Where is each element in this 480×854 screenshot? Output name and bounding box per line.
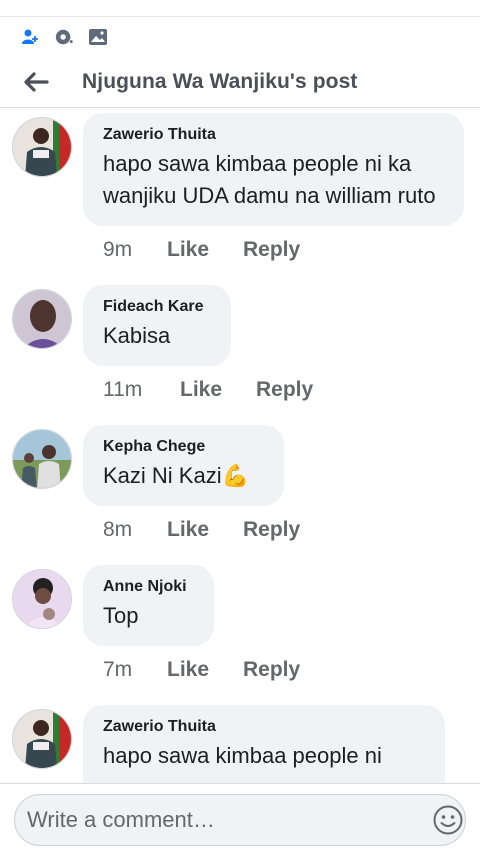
avatar[interactable] [12, 709, 72, 769]
reply-button[interactable]: Reply [256, 378, 313, 402]
comment-actions: 9m Like Reply [83, 226, 464, 274]
comment-body: Zawerio Thuita hapo sawa kimbaa people n… [83, 113, 464, 274]
comment-actions: 11m Like Reply [83, 366, 313, 414]
comment-actions: 7m Like Reply [83, 646, 300, 694]
comment-author[interactable]: Zawerio Thuita [103, 125, 444, 145]
comment-composer: Write a comment… [0, 783, 480, 854]
comment-time: 11m [103, 378, 143, 401]
reply-button[interactable]: Reply [243, 658, 300, 682]
comment-text: Kazi Ni Kazi💪 [103, 460, 264, 492]
comment-time: 8m [103, 518, 133, 541]
arrow-left-icon [24, 71, 49, 92]
flexed-biceps-emoji: 💪 [221, 463, 249, 488]
emoji-button[interactable] [432, 804, 463, 835]
reply-button[interactable]: Reply [243, 238, 300, 262]
comments-list[interactable]: Zawerio Thuita hapo sawa kimbaa people n… [0, 109, 480, 783]
comment-item: Zawerio Thuita hapo sawa kimbaa people n… [0, 705, 480, 783]
like-button[interactable]: Like [167, 518, 243, 542]
comment-input-placeholder: Write a comment… [27, 807, 215, 832]
comment-item: Kepha Chege Kazi Ni Kazi💪 8m Like Reply [0, 425, 480, 554]
comment-text: hapo sawa kimbaa people ni [103, 743, 382, 768]
comment-author[interactable]: Zawerio Thuita [103, 717, 425, 737]
like-button[interactable]: Like [180, 378, 256, 402]
comment-body: Fideach Kare Kabisa 11m Like Reply [83, 285, 313, 414]
comment-text: Kabisa [103, 323, 171, 348]
comment-time: 7m [103, 658, 133, 681]
avatar[interactable] [12, 289, 72, 349]
comment-text: hapo sawa kimbaa people ni ka wanjiku UD… [103, 151, 436, 208]
comment-bubble[interactable]: Zawerio Thuita hapo sawa kimbaa people n… [83, 705, 445, 783]
back-button[interactable] [0, 56, 72, 108]
avatar[interactable] [12, 429, 72, 489]
comment-body: Anne Njoki Top 7m Like Reply [83, 565, 300, 694]
notification-icons-row [0, 16, 480, 56]
friend-request-icon[interactable] [20, 27, 40, 47]
like-button[interactable]: Like [167, 238, 243, 262]
comment-bubble[interactable]: Fideach Kare Kabisa [83, 285, 231, 366]
comment-author[interactable]: Anne Njoki [103, 577, 194, 597]
status-bar [0, 0, 480, 16]
like-button[interactable]: Like [167, 658, 243, 682]
comment-body: Kepha Chege Kazi Ni Kazi💪 8m Like Reply [83, 425, 300, 554]
comment-text: Top [103, 603, 139, 628]
comment-bubble[interactable]: Kepha Chege Kazi Ni Kazi💪 [83, 425, 284, 506]
comment-author[interactable]: Fideach Kare [103, 297, 211, 317]
comment-body: Zawerio Thuita hapo sawa kimbaa people n… [83, 705, 445, 783]
post-header: Njuguna Wa Wanjiku's post [0, 56, 480, 108]
comment-actions: 8m Like Reply [83, 506, 300, 554]
reply-button[interactable]: Reply [243, 518, 300, 542]
page-title: Njuguna Wa Wanjiku's post [82, 69, 358, 93]
comment-item: Zawerio Thuita hapo sawa kimbaa people n… [0, 109, 480, 274]
avatar[interactable] [12, 569, 72, 629]
comment-author[interactable]: Kepha Chege [103, 437, 264, 457]
avatar[interactable] [12, 117, 72, 177]
comment-bubble[interactable]: Anne Njoki Top [83, 565, 214, 646]
comment-item: Fideach Kare Kabisa 11m Like Reply [0, 285, 480, 414]
comment-time: 9m [103, 238, 133, 261]
comment-input[interactable]: Write a comment… [14, 794, 466, 846]
messenger-icon[interactable] [54, 27, 74, 47]
comment-text-content: Kazi Ni Kazi [103, 463, 222, 488]
emoji-icon [433, 805, 463, 835]
comment-item: Anne Njoki Top 7m Like Reply [0, 565, 480, 694]
photo-icon[interactable] [88, 27, 108, 47]
comment-bubble[interactable]: Zawerio Thuita hapo sawa kimbaa people n… [83, 113, 464, 226]
